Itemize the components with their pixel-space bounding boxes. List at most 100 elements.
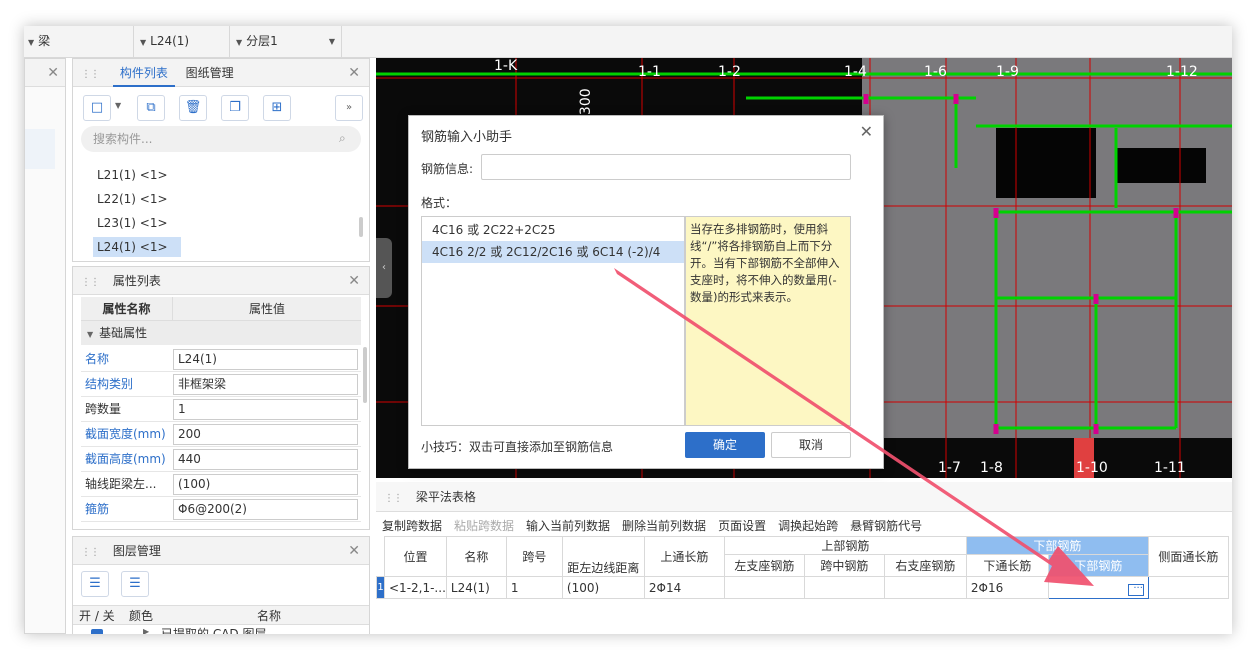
property-row[interactable]: 名称 L24(1) bbox=[81, 347, 361, 372]
col-layer-name: 名称 bbox=[257, 609, 282, 623]
property-value[interactable]: Φ6@200(2) bbox=[173, 499, 358, 520]
layer-filter-icon[interactable]: ☰ bbox=[121, 571, 149, 597]
property-name: 结构类别 bbox=[85, 377, 134, 391]
property-name: 截面宽度(mm) bbox=[85, 427, 166, 441]
col-bottom-through-rebar[interactable]: 下通长筋 bbox=[965, 554, 1049, 577]
floor-toolbar: ▼ 梁 ▼ L24(1) ▼ 分层1 ▼ bbox=[24, 26, 1232, 58]
paste-span-data-button[interactable]: 粘贴跨数据 bbox=[454, 519, 514, 533]
cantilever-code-button[interactable]: 悬臂钢筋代号 bbox=[850, 519, 922, 533]
ok-button[interactable]: 确定 bbox=[685, 432, 765, 458]
property-value[interactable]: L24(1) bbox=[173, 349, 358, 370]
cell-bottom-rebar-editing[interactable]: ··· bbox=[1047, 576, 1149, 599]
property-row[interactable]: 跨数量 1 bbox=[81, 397, 361, 422]
row-index: 1 bbox=[376, 576, 385, 599]
property-row[interactable]: 截面高度(mm) 440 bbox=[81, 447, 361, 472]
cell-name[interactable]: L24(1) bbox=[445, 576, 507, 599]
cell-position[interactable]: <1-2,1-... bbox=[384, 576, 447, 599]
property-value[interactable]: 200 bbox=[173, 424, 358, 445]
new-component-icon[interactable]: □ bbox=[83, 95, 111, 121]
drag-handle-icon[interactable]: ⋮⋮ bbox=[81, 547, 100, 558]
scrollbar[interactable] bbox=[359, 217, 363, 237]
nav-selection bbox=[25, 129, 55, 169]
cell-side-through-rebar[interactable] bbox=[1147, 576, 1229, 599]
close-icon[interactable]: ✕ bbox=[348, 267, 360, 295]
col-position[interactable]: 位置 bbox=[384, 536, 447, 577]
swap-start-span-button[interactable]: 调换起始跨 bbox=[778, 519, 838, 533]
col-top-through-rebar[interactable]: 上通长筋 bbox=[643, 536, 725, 577]
copy-span-data-button[interactable]: 复制跨数据 bbox=[382, 519, 442, 533]
property-value[interactable]: (100) bbox=[173, 474, 358, 495]
layer-toggle-checkbox[interactable] bbox=[91, 629, 103, 634]
rebar-info-input[interactable] bbox=[481, 154, 851, 180]
list-item-selected[interactable]: L24(1) <1> bbox=[93, 237, 181, 257]
chevron-down-icon[interactable]: ▼ bbox=[115, 101, 121, 110]
drag-handle-icon[interactable]: ⋮⋮ bbox=[81, 277, 100, 288]
table-row[interactable]: 1 <1-2,1-... L24(1) 1 (100) 2Φ14 2Φ16 ··… bbox=[376, 576, 1229, 599]
layer-dropdown[interactable]: ▼ 分层1 ▼ bbox=[230, 26, 342, 57]
list-item[interactable]: L23(1) <1> bbox=[93, 213, 172, 233]
tab-component-list[interactable]: 构件列表 bbox=[112, 59, 175, 87]
scrollbar[interactable] bbox=[363, 347, 367, 403]
col-left-support-rebar[interactable]: 左支座钢筋 bbox=[723, 554, 805, 577]
copy-to-floor-icon[interactable]: ❐ bbox=[221, 95, 249, 121]
beam-table-toolbar: 复制跨数据 粘贴跨数据 输入当前列数据 删除当前列数据 页面设置 调换起始跨 悬臂钢筋代号 bbox=[382, 516, 934, 536]
property-value[interactable]: 1 bbox=[173, 399, 358, 420]
property-row[interactable]: 轴线距梁左... (100) bbox=[81, 472, 361, 497]
property-row[interactable]: 结构类别 非框架梁 bbox=[81, 372, 361, 397]
property-value[interactable]: 非框架梁 bbox=[173, 374, 358, 395]
list-item[interactable]: L22(1) <1> bbox=[93, 189, 172, 209]
copy-component-icon[interactable]: ⧉ bbox=[137, 95, 165, 121]
col-bottom-rebar[interactable]: 下部钢筋 bbox=[1047, 554, 1149, 577]
cell-right-support-rebar[interactable] bbox=[883, 576, 967, 599]
component-search-input[interactable]: 搜索构件... bbox=[81, 126, 361, 152]
col-mid-span-rebar[interactable]: 跨中钢筋 bbox=[803, 554, 885, 577]
component-dropdown[interactable]: ▼ L24(1) bbox=[134, 26, 230, 57]
cell-top-through-rebar[interactable]: 2Φ14 bbox=[643, 576, 725, 599]
tab-drawing-management[interactable]: 图纸管理 bbox=[179, 59, 241, 87]
property-group-basic[interactable]: ▼ 基础属性 bbox=[81, 321, 361, 345]
delete-icon[interactable]: 🗑 bbox=[179, 95, 207, 121]
property-value[interactable]: 440 bbox=[173, 449, 358, 470]
cell-span-no[interactable]: 1 bbox=[505, 576, 563, 599]
layer-show-all-icon[interactable]: ☰ bbox=[81, 571, 109, 597]
col-right-support-rebar[interactable]: 右支座钢筋 bbox=[883, 554, 967, 577]
input-column-data-button[interactable]: 输入当前列数据 bbox=[526, 519, 610, 533]
col-side-through-rebar[interactable]: 侧面通长筋 bbox=[1147, 536, 1229, 577]
axis-label: 1-K bbox=[494, 58, 518, 74]
drag-handle-icon[interactable]: ⋮⋮ bbox=[81, 69, 100, 80]
more-icon[interactable]: ··· bbox=[1127, 583, 1144, 596]
property-row[interactable]: 箍筋 Φ6@200(2) bbox=[81, 497, 361, 522]
cancel-button[interactable]: 取消 bbox=[771, 432, 851, 458]
close-icon[interactable]: ✕ bbox=[348, 59, 360, 87]
axis-label: 1-10 bbox=[1076, 460, 1108, 476]
close-icon[interactable]: ✕ bbox=[47, 59, 59, 87]
cell-left-support-rebar[interactable] bbox=[723, 576, 805, 599]
list-item[interactable]: L21(1) <1> bbox=[93, 165, 172, 185]
floor-dropdown[interactable]: ▼ 梁 bbox=[24, 26, 134, 57]
format-label: 格式： bbox=[421, 196, 458, 210]
delete-column-data-button[interactable]: 删除当前列数据 bbox=[622, 519, 706, 533]
col-left-edge-distance[interactable]: 距左边线距离 bbox=[561, 536, 645, 577]
tip-text: 小技巧：双击可直接添加至钢筋信息 bbox=[421, 440, 614, 454]
col-span-no[interactable]: 跨号 bbox=[505, 536, 563, 577]
col-color: 颜色 bbox=[129, 609, 154, 623]
format-option-selected[interactable]: 4C16 2/2 或 2C12/2C16 或 6C14 (-2)/4 bbox=[422, 241, 684, 263]
layer-copy-icon[interactable]: ⊞ bbox=[263, 95, 291, 121]
search-icon[interactable]: ⌕ bbox=[339, 131, 346, 146]
page-settings-button[interactable]: 页面设置 bbox=[718, 519, 766, 533]
property-table-header: 属性名称 属性值 bbox=[81, 297, 361, 321]
cell-bottom-through-rebar[interactable]: 2Φ16 bbox=[965, 576, 1049, 599]
cell-mid-span-rebar[interactable] bbox=[803, 576, 885, 599]
cell-left-edge-distance[interactable]: (100) bbox=[561, 576, 645, 599]
col-name[interactable]: 名称 bbox=[445, 536, 507, 577]
col-group-top-rebar: 上部钢筋 bbox=[723, 536, 967, 555]
property-row[interactable]: 截面宽度(mm) 200 bbox=[81, 422, 361, 447]
drag-handle-icon[interactable]: ⋮⋮ bbox=[384, 493, 403, 504]
collapse-panel-handle[interactable]: ‹ bbox=[376, 238, 392, 298]
format-option[interactable]: 4C16 或 2C22+2C25 bbox=[422, 219, 684, 241]
expand-more-icon[interactable]: » bbox=[335, 95, 363, 121]
beam-table-header: ⋮⋮ 梁平法表格 bbox=[376, 482, 1232, 512]
close-icon[interactable]: ✕ bbox=[860, 122, 873, 141]
chevron-right-icon[interactable]: ▶ bbox=[143, 627, 149, 634]
close-icon[interactable]: ✕ bbox=[348, 537, 360, 565]
